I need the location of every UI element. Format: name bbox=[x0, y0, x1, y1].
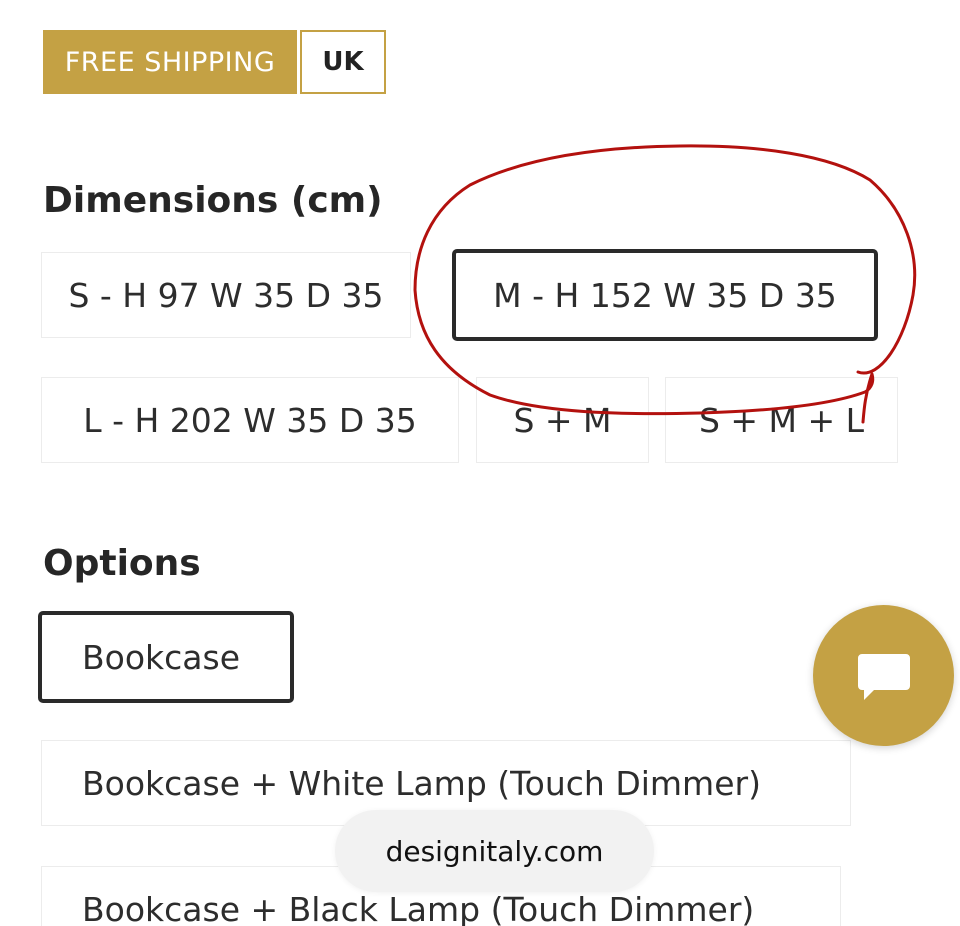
options-title: Options bbox=[43, 543, 201, 584]
option-bookcase[interactable]: Bookcase bbox=[38, 611, 294, 703]
dimension-option-s[interactable]: S - H 97 W 35 D 35 bbox=[41, 252, 411, 338]
product-options-page: FREE SHIPPING UK Dimensions (cm) S - H 9… bbox=[0, 0, 960, 926]
region-badge: UK bbox=[300, 30, 386, 94]
chat-button[interactable] bbox=[813, 605, 954, 746]
dimension-option-s-m[interactable]: S + M bbox=[476, 377, 649, 463]
dimension-option-l[interactable]: L - H 202 W 35 D 35 bbox=[41, 377, 459, 463]
free-shipping-badge: FREE SHIPPING bbox=[43, 30, 297, 94]
shipping-tags: FREE SHIPPING UK bbox=[43, 30, 386, 94]
browser-url-pill[interactable]: designitaly.com bbox=[335, 810, 654, 892]
dimension-option-s-m-l[interactable]: S + M + L bbox=[665, 377, 898, 463]
dimension-option-m[interactable]: M - H 152 W 35 D 35 bbox=[452, 249, 878, 341]
chat-bubble-icon bbox=[857, 653, 910, 700]
dimensions-title: Dimensions (cm) bbox=[43, 180, 383, 221]
